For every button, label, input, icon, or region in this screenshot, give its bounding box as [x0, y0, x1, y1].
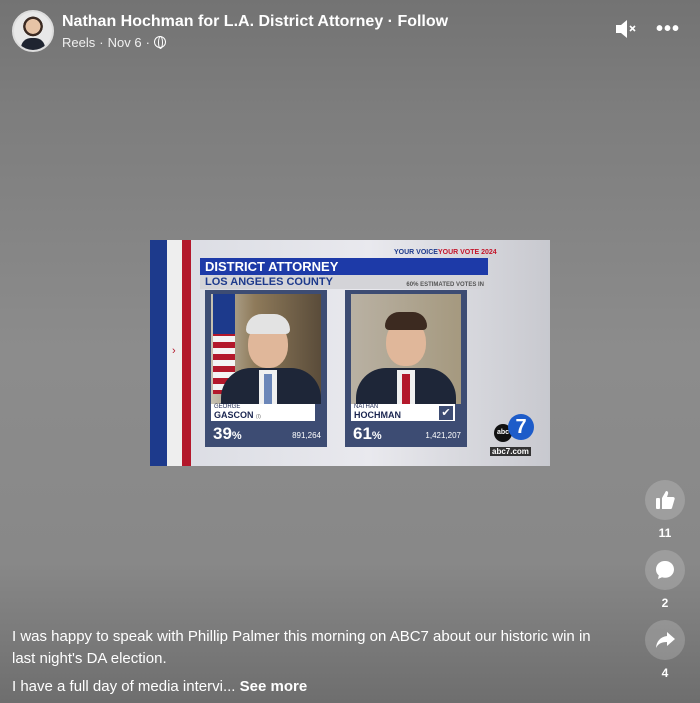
abc7-logo: abc 7: [494, 414, 534, 444]
share-count: 4: [661, 666, 669, 680]
share-button[interactable]: [645, 620, 685, 660]
comment-button[interactable]: [645, 550, 685, 590]
like-action: 11: [644, 480, 686, 540]
comment-action: 2: [644, 550, 686, 610]
caption-line-2: I have a full day of media intervi... Se…: [12, 678, 308, 695]
like-button[interactable]: [645, 480, 685, 520]
reel-actions: 11 2 4: [644, 480, 686, 690]
votes-hochman: 1,421,207: [425, 431, 461, 440]
station-url: abc7.com: [490, 447, 531, 456]
page-name-link[interactable]: Nathan Hochman for L.A. District Attorne…: [62, 13, 383, 30]
candidate-name-gascon: GEORGE GASCON (I): [211, 404, 315, 421]
post-type[interactable]: Reels: [62, 35, 95, 50]
share-arrow-icon: [656, 632, 675, 648]
follow-button[interactable]: Follow: [397, 13, 448, 30]
header-subline: Reels · Nov 6 ·: [62, 35, 448, 50]
chevron-right-icon: ›: [172, 345, 176, 357]
blue-stripe: [150, 240, 167, 466]
see-more-link[interactable]: See more: [240, 678, 308, 695]
caption-line-1: I was happy to speak with Phillip Palmer…: [12, 628, 591, 667]
header-title: Nathan Hochman for L.A. District Attorne…: [62, 13, 448, 31]
thumbs-up-icon: [656, 491, 675, 509]
header-text: Nathan Hochman for L.A. District Attorne…: [62, 13, 448, 50]
mute-icon[interactable]: [614, 18, 638, 40]
county-label: LOS ANGELES COUNTY: [205, 276, 333, 288]
comment-count: 2: [661, 596, 669, 610]
county-banner: LOS ANGELES COUNTY 60% ESTIMATED VOTES I…: [200, 275, 488, 289]
post-date[interactable]: Nov 6: [108, 35, 142, 50]
race-banner: DISTRICT ATTORNEY: [200, 258, 488, 275]
post-caption: I was happy to speak with Phillip Palmer…: [12, 626, 612, 703]
dot-separator: ·: [99, 34, 104, 50]
votes-gascon: 891,264: [292, 431, 321, 440]
title-separator: ·: [383, 12, 398, 30]
share-action: 4: [644, 620, 686, 680]
percent-gascon: 39%: [213, 424, 242, 443]
post-header: Nathan Hochman for L.A. District Attorne…: [12, 10, 448, 52]
percent-hochman: 61%: [353, 424, 382, 443]
top-controls: •••: [614, 18, 680, 40]
dot-separator: ·: [145, 34, 150, 50]
winner-check-icon: ✔: [439, 406, 453, 420]
candidate-name-hochman: NATHAN HOCHMAN ✔: [351, 404, 455, 421]
like-count: 11: [658, 526, 672, 540]
globe-icon: [153, 36, 166, 49]
candidate-card-gascon: GEORGE GASCON (I) 39% 891,264: [205, 290, 327, 447]
candidate-photo-hochman: [351, 294, 461, 404]
comment-icon: [656, 561, 674, 579]
red-stripe: [182, 240, 191, 466]
more-icon[interactable]: •••: [656, 19, 680, 39]
video-player[interactable]: › YOUR VOICEYOUR VOTE 2024 DISTRICT ATTO…: [150, 240, 550, 466]
election-tagline: YOUR VOICEYOUR VOTE 2024: [394, 249, 497, 256]
candidate-photo-gascon: [211, 294, 321, 404]
avatar[interactable]: [12, 10, 54, 52]
candidate-card-hochman: NATHAN HOCHMAN ✔ 61% 1,421,207: [345, 290, 467, 447]
